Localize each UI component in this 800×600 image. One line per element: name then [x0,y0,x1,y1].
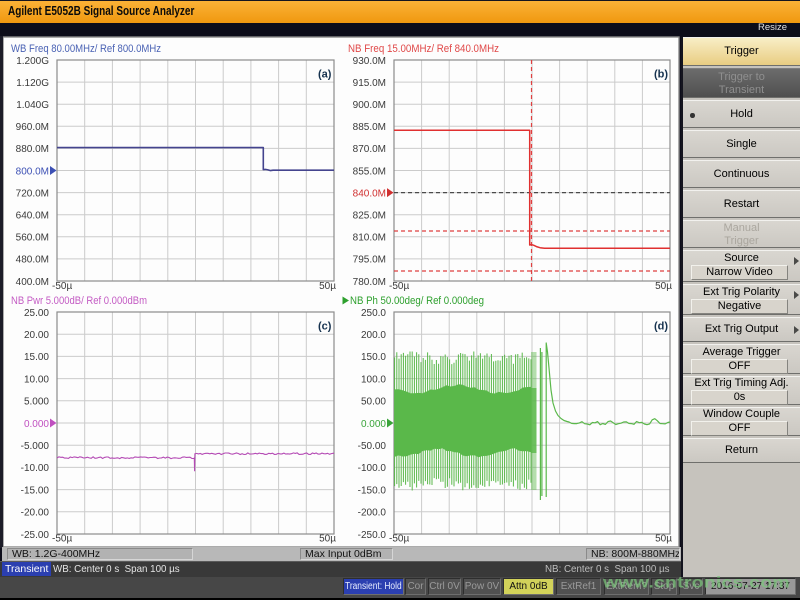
svg-text:855.0M: 855.0M [353,166,386,177]
svg-text:100.0: 100.0 [361,374,386,385]
svg-text:WB Freq 80.00MHz/ Ref 800.0MHz: WB Freq 80.00MHz/ Ref 800.0MHz [11,43,161,55]
svg-text:50µ: 50µ [319,534,336,545]
svg-text:15.00: 15.00 [24,352,49,363]
svg-text:-15.00: -15.00 [21,485,50,496]
svg-text:150.0: 150.0 [361,352,386,363]
svg-text:-50.00: -50.00 [358,441,387,452]
svg-text:780.0M: 780.0M [353,277,386,288]
svg-text:50µ: 50µ [655,534,672,545]
svg-text:960.0M: 960.0M [16,122,49,133]
svg-text:250.0: 250.0 [361,308,386,319]
svg-text:880.0M: 880.0M [16,144,49,155]
svg-text:885.0M: 885.0M [353,122,386,133]
svg-text:200.0: 200.0 [361,330,386,341]
svg-text:-50µ: -50µ [52,534,72,545]
svg-text:NB Ph 50.00deg/ Ref 0.000deg: NB Ph 50.00deg/ Ref 0.000deg [350,295,484,307]
svg-text:NB Freq 15.00MHz/ Ref 840.0MHz: NB Freq 15.00MHz/ Ref 840.0MHz [348,43,499,55]
svg-text:-250.0: -250.0 [358,530,387,541]
svg-text:810.0M: 810.0M [353,233,386,244]
svg-text:5.000: 5.000 [24,397,49,408]
svg-text:-100.0: -100.0 [358,463,387,474]
svg-text:(c): (c) [318,321,332,333]
svg-text:-50µ: -50µ [389,534,409,545]
svg-text:-25.00: -25.00 [21,530,50,541]
svg-text:400.0M: 400.0M [16,277,49,288]
svg-text:840.0M: 840.0M [353,188,386,199]
svg-text:480.0M: 480.0M [16,255,49,266]
svg-text:915.0M: 915.0M [353,78,386,89]
svg-text:10.00: 10.00 [24,374,49,385]
svg-text:-150.0: -150.0 [358,485,387,496]
svg-text:(d): (d) [654,321,668,333]
svg-text:1.200G: 1.200G [16,56,49,67]
svg-text:930.0M: 930.0M [353,56,386,67]
svg-text:1.040G: 1.040G [16,100,49,111]
svg-text:50µ: 50µ [655,281,672,292]
svg-text:-50µ: -50µ [389,281,409,292]
svg-text:-20.00: -20.00 [21,508,50,519]
svg-text:0.000: 0.000 [24,419,49,430]
svg-text:(a): (a) [318,69,332,81]
svg-text:25.00: 25.00 [24,308,49,319]
svg-text:50µ: 50µ [319,281,336,292]
svg-text:0.000: 0.000 [361,419,386,430]
svg-text:870.0M: 870.0M [353,144,386,155]
svg-text:NB Pwr 5.000dB/ Ref 0.000dBm: NB Pwr 5.000dB/ Ref 0.000dBm [11,295,147,307]
svg-text:50.00: 50.00 [361,397,386,408]
svg-text:20.00: 20.00 [24,330,49,341]
svg-text:640.0M: 640.0M [16,211,49,222]
svg-text:795.0M: 795.0M [353,255,386,266]
svg-text:720.0M: 720.0M [16,188,49,199]
svg-text:900.0M: 900.0M [353,100,386,111]
svg-text:-10.00: -10.00 [21,463,50,474]
svg-text:(b): (b) [654,69,668,81]
svg-text:-200.0: -200.0 [358,508,387,519]
svg-text:-5.000: -5.000 [21,441,50,452]
svg-text:1.120G: 1.120G [16,78,49,89]
svg-text:-50µ: -50µ [52,281,72,292]
svg-text:560.0M: 560.0M [16,233,49,244]
svg-text:800.0M: 800.0M [16,166,49,177]
svg-text:825.0M: 825.0M [353,211,386,222]
